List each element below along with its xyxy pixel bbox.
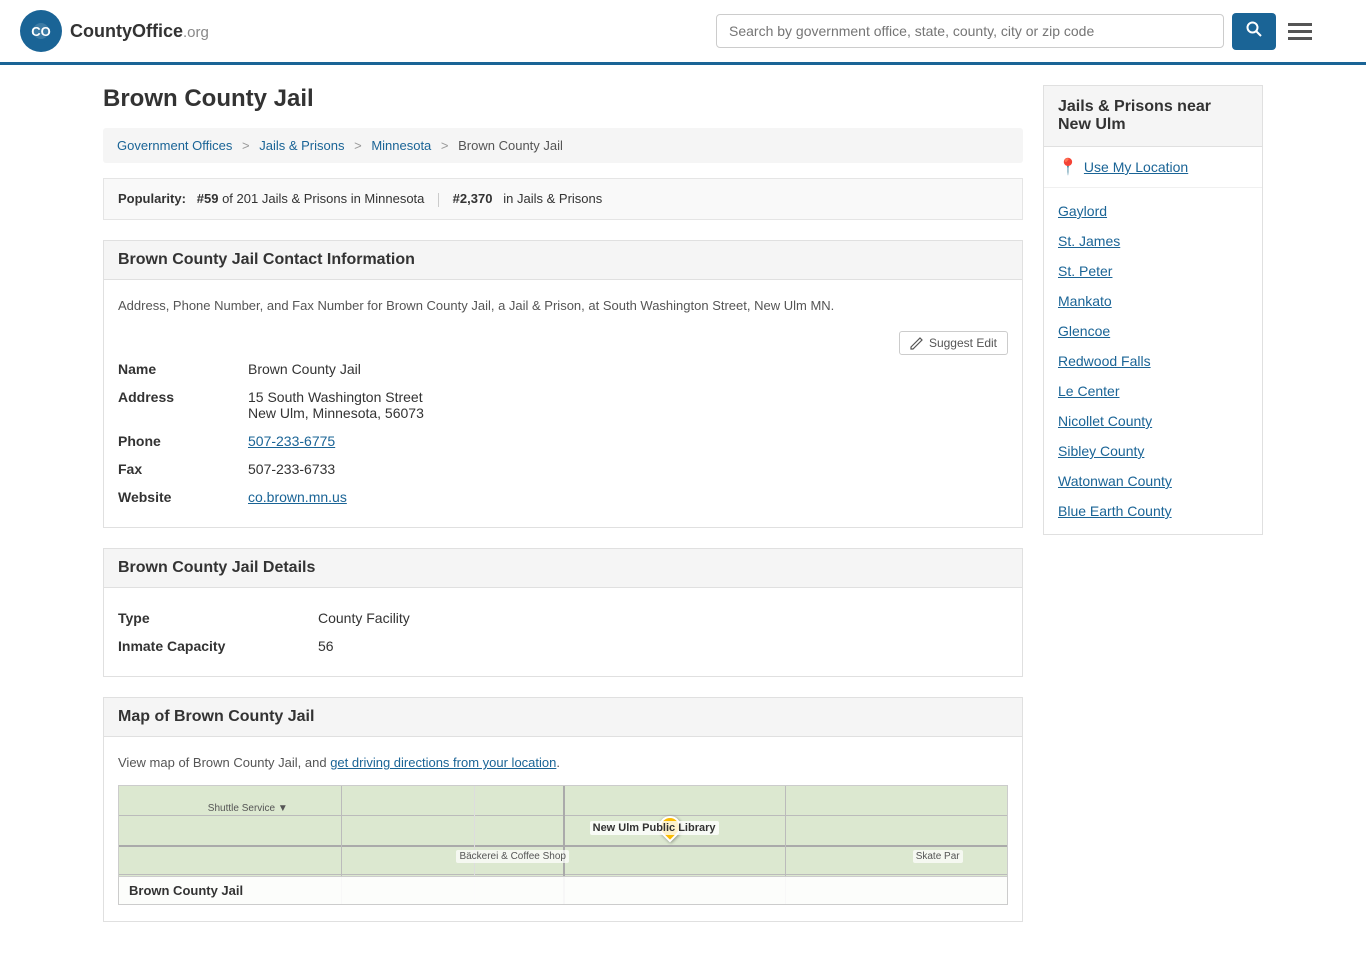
content-area: Brown County Jail Government Offices > J… xyxy=(103,85,1023,942)
separator xyxy=(438,193,439,207)
list-item: St. James xyxy=(1044,226,1262,256)
table-row: Address 15 South Washington Street New U… xyxy=(118,383,1008,427)
list-item: Blue Earth County xyxy=(1044,496,1262,526)
svg-text:CO: CO xyxy=(31,24,51,39)
name-label: Name xyxy=(118,355,248,383)
breadcrumb-link-gov[interactable]: Government Offices xyxy=(117,138,232,153)
table-row: Phone 507-233-6775 xyxy=(118,427,1008,455)
search-input[interactable] xyxy=(716,14,1224,48)
details-section-body: Type County Facility Inmate Capacity 56 xyxy=(103,588,1023,677)
map-section-body: View map of Brown County Jail, and get d… xyxy=(103,737,1023,922)
list-item: Le Center xyxy=(1044,376,1262,406)
page-title: Brown County Jail xyxy=(103,85,1023,113)
popularity-rank1: #59 xyxy=(197,191,219,206)
use-location-item: 📍 Use My Location xyxy=(1044,147,1262,188)
sidebar-link-redwoodfalls[interactable]: Redwood Falls xyxy=(1044,346,1262,376)
sidebar-link-nicollet[interactable]: Nicollet County xyxy=(1044,406,1262,436)
sidebar-box: Jails & Prisons near New Ulm 📍 Use My Lo… xyxy=(1043,85,1263,535)
logo-text[interactable]: CountyOffice.org xyxy=(70,21,209,42)
popularity-rank2-text: in Jails & Prisons xyxy=(503,191,602,206)
list-item: Watonwan County xyxy=(1044,466,1262,496)
contact-description: Address, Phone Number, and Fax Number fo… xyxy=(118,296,1008,316)
logo-area: CO CountyOffice.org xyxy=(20,10,209,52)
name-value: Brown County Jail xyxy=(248,355,1008,383)
phone-label: Phone xyxy=(118,427,248,455)
fax-label: Fax xyxy=(118,455,248,483)
breadcrumb-link-minnesota[interactable]: Minnesota xyxy=(371,138,431,153)
main-container: Brown County Jail Government Offices > J… xyxy=(83,65,1283,962)
breadcrumb-current: Brown County Jail xyxy=(458,138,563,153)
popularity-label: Popularity: xyxy=(118,191,186,206)
contact-info-table: Name Brown County Jail Address 15 South … xyxy=(118,355,1008,511)
list-item: Nicollet County xyxy=(1044,406,1262,436)
type-value: County Facility xyxy=(318,604,1008,632)
map-placeholder[interactable]: New Ulm Public Library Bäckerei & Coffee… xyxy=(118,785,1008,905)
sidebar-link-mankato[interactable]: Mankato xyxy=(1044,286,1262,316)
list-item: Sibley County xyxy=(1044,436,1262,466)
type-label: Type xyxy=(118,604,318,632)
map-section-header: Map of Brown County Jail xyxy=(103,697,1023,737)
sidebar-link-lecenter[interactable]: Le Center xyxy=(1044,376,1262,406)
list-item: Glencoe xyxy=(1044,316,1262,346)
use-location-link[interactable]: Use My Location xyxy=(1084,159,1188,175)
sidebar-title: Jails & Prisons near New Ulm xyxy=(1044,86,1262,147)
table-row: Fax 507-233-6733 xyxy=(118,455,1008,483)
breadcrumb-link-jails[interactable]: Jails & Prisons xyxy=(259,138,344,153)
address-label: Address xyxy=(118,383,248,427)
contact-section-header: Brown County Jail Contact Information xyxy=(103,240,1023,280)
sidebar-link-watonwan[interactable]: Watonwan County xyxy=(1044,466,1262,496)
fax-value: 507-233-6733 xyxy=(248,455,1008,483)
list-item: St. Peter xyxy=(1044,256,1262,286)
table-row: Website co.brown.mn.us xyxy=(118,483,1008,511)
table-row: Name Brown County Jail xyxy=(118,355,1008,383)
sidebar-link-stjames[interactable]: St. James xyxy=(1044,226,1262,256)
menu-button[interactable] xyxy=(1284,19,1316,44)
sidebar-link-gaylord[interactable]: Gaylord xyxy=(1044,196,1262,226)
search-button[interactable] xyxy=(1232,13,1276,50)
sidebar-link-stpeter[interactable]: St. Peter xyxy=(1044,256,1262,286)
table-row: Type County Facility xyxy=(118,604,1008,632)
capacity-label: Inmate Capacity xyxy=(118,632,318,660)
sidebar-list: Gaylord St. James St. Peter Mankato Glen… xyxy=(1044,188,1262,534)
location-pin-icon: 📍 xyxy=(1058,157,1078,177)
search-area xyxy=(716,13,1316,50)
logo-icon: CO xyxy=(20,10,62,52)
sidebar-link-sibley[interactable]: Sibley County xyxy=(1044,436,1262,466)
contact-section-body: Address, Phone Number, and Fax Number fo… xyxy=(103,280,1023,529)
list-item: Redwood Falls xyxy=(1044,346,1262,376)
list-item: Mankato xyxy=(1044,286,1262,316)
popularity-bar: Popularity: #59 of 201 Jails & Prisons i… xyxy=(103,178,1023,220)
address-value: 15 South Washington Street New Ulm, Minn… xyxy=(248,383,1008,427)
website-link[interactable]: co.brown.mn.us xyxy=(248,489,347,505)
site-header: CO CountyOffice.org xyxy=(0,0,1366,65)
phone-value: 507-233-6775 xyxy=(248,427,1008,455)
contact-section: Brown County Jail Contact Information Ad… xyxy=(103,240,1023,529)
sidebar-link-glencoe[interactable]: Glencoe xyxy=(1044,316,1262,346)
details-table: Type County Facility Inmate Capacity 56 xyxy=(118,604,1008,660)
website-label: Website xyxy=(118,483,248,511)
map-section: Map of Brown County Jail View map of Bro… xyxy=(103,697,1023,922)
breadcrumb: Government Offices > Jails & Prisons > M… xyxy=(103,128,1023,163)
phone-link[interactable]: 507-233-6775 xyxy=(248,433,335,449)
table-row: Inmate Capacity 56 xyxy=(118,632,1008,660)
details-section: Brown County Jail Details Type County Fa… xyxy=(103,548,1023,677)
map-description: View map of Brown County Jail, and get d… xyxy=(118,753,1008,773)
map-label: Brown County Jail xyxy=(119,876,1007,904)
popularity-rank2: #2,370 xyxy=(453,191,493,206)
sidebar-link-blueearth[interactable]: Blue Earth County xyxy=(1044,496,1262,526)
list-item: Gaylord xyxy=(1044,196,1262,226)
capacity-value: 56 xyxy=(318,632,1008,660)
details-section-header: Brown County Jail Details xyxy=(103,548,1023,588)
website-value: co.brown.mn.us xyxy=(248,483,1008,511)
sidebar: Jails & Prisons near New Ulm 📍 Use My Lo… xyxy=(1043,85,1263,942)
popularity-rank1-text: of 201 Jails & Prisons in Minnesota xyxy=(222,191,424,206)
suggest-edit-button[interactable]: Suggest Edit xyxy=(899,331,1008,355)
